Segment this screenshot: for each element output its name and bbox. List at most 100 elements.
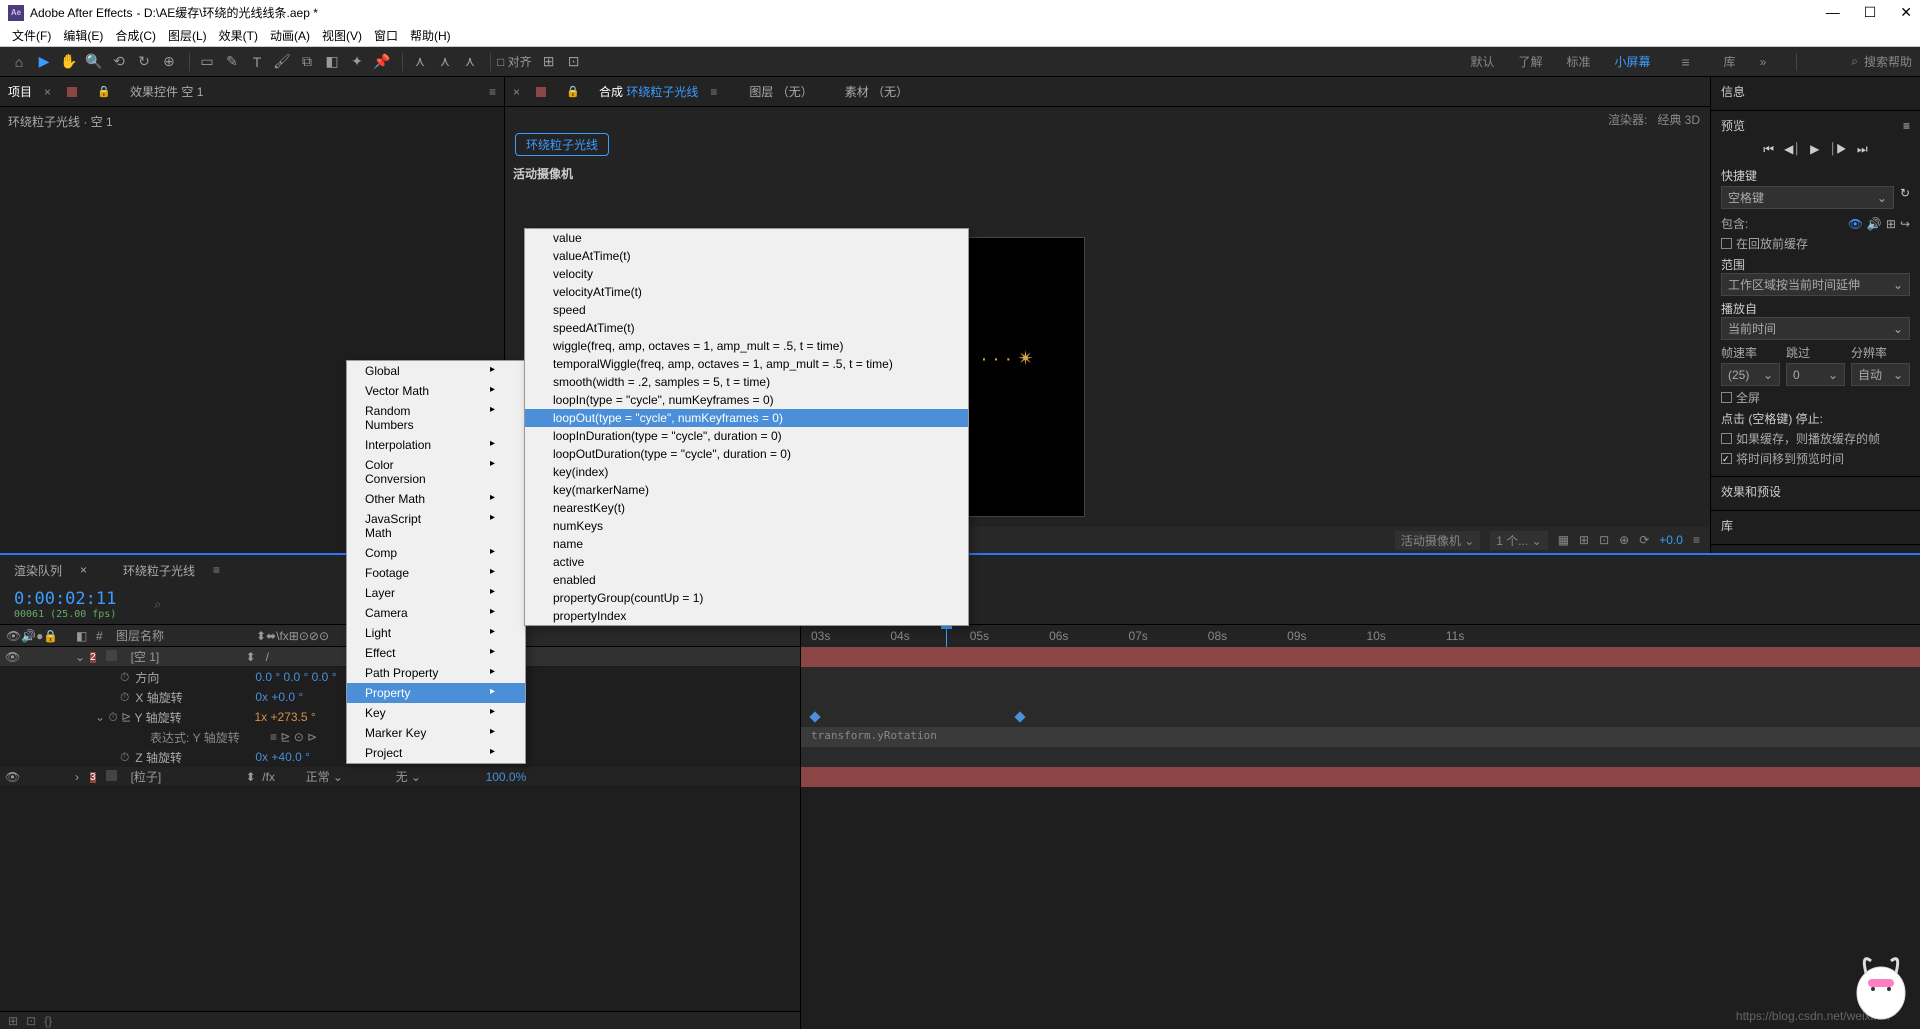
ctx-sub-item[interactable]: numKeys [525, 517, 968, 535]
inc-loop-icon[interactable]: ↪ [1900, 217, 1910, 231]
close-button[interactable]: ✕ [1900, 4, 1912, 21]
ctx-sub-item[interactable]: velocity [525, 265, 968, 283]
snap-opt2-icon[interactable]: ⊡ [563, 51, 585, 73]
expression-text[interactable]: transform.yRotation [811, 729, 937, 742]
workspace-default[interactable]: 默认 [1470, 53, 1494, 70]
menu-effect[interactable]: 效果(T) [213, 27, 264, 44]
ctx-item-path-property[interactable]: Path Property▸ [347, 663, 525, 683]
tab-footage-none[interactable]: 素材 （无） [845, 79, 908, 104]
playfrom-dropdown[interactable]: 当前时间⌄ [1721, 317, 1910, 340]
layer-track[interactable] [801, 767, 1920, 787]
exposure-value[interactable]: +0.0 [1659, 533, 1683, 547]
range-dropdown[interactable]: 工作区域按当前时间延伸⌄ [1721, 273, 1910, 296]
panel-menu-icon[interactable]: ≡ [489, 85, 496, 99]
movetime-checkbox[interactable] [1721, 453, 1732, 464]
ctx-sub-item[interactable]: speedAtTime(t) [525, 319, 968, 337]
ctx-sub-item[interactable]: propertyIndex [525, 607, 968, 625]
ctx-item-layer[interactable]: Layer▸ [347, 583, 525, 603]
ctx-sub-item[interactable]: loopOutDuration(type = "cycle", duration… [525, 445, 968, 463]
ctx-sub-item[interactable]: temporalWiggle(freq, amp, octaves = 1, a… [525, 355, 968, 373]
ctx-item-javascript-math[interactable]: JavaScript Math▸ [347, 509, 525, 543]
timecode[interactable]: 0:00:02:11 [14, 589, 116, 609]
ctx-item-interpolation[interactable]: Interpolation▸ [347, 435, 525, 455]
ctx-item-effect[interactable]: Effect▸ [347, 643, 525, 663]
roto-tool-icon[interactable]: ✦ [346, 51, 368, 73]
workspace-standard[interactable]: 标准 [1567, 53, 1591, 70]
close-icon[interactable]: × [80, 563, 87, 577]
ctx-sub-item[interactable]: active [525, 553, 968, 571]
tb-icon1[interactable]: ⊞ [8, 1014, 18, 1028]
clone-tool-icon[interactable]: ⧉ [296, 51, 318, 73]
effects-presets-title[interactable]: 效果和预设 [1721, 483, 1781, 500]
menu-view[interactable]: 视图(V) [316, 27, 368, 44]
panel-menu-icon[interactable]: ≡ [1903, 119, 1910, 133]
ctx-sub-item[interactable]: name [525, 535, 968, 553]
precache-checkbox[interactable] [1721, 238, 1732, 249]
axis3-tool-icon[interactable]: ⋏ [459, 51, 481, 73]
skip-dropdown[interactable]: 0⌄ [1786, 363, 1845, 386]
col-label-icon[interactable]: ◧ [70, 629, 90, 643]
ctx-sub-item[interactable]: loopIn(type = "cycle", numKeyframes = 0) [525, 391, 968, 409]
ctx-item-other-math[interactable]: Other Math▸ [347, 489, 525, 509]
lock-icon[interactable]: 🔒 [562, 81, 584, 103]
inc-audio-icon[interactable]: 🔊 [1867, 217, 1882, 231]
ctx-sub-item[interactable]: loopOut(type = "cycle", numKeyframes = 0… [525, 409, 968, 427]
menu-animation[interactable]: 动画(A) [264, 27, 316, 44]
ctx-sub-item[interactable]: speed [525, 301, 968, 319]
ctx-item-light[interactable]: Light▸ [347, 623, 525, 643]
reset-icon[interactable]: ↻ [1900, 186, 1910, 209]
menu-layer[interactable]: 图层(L) [162, 27, 213, 44]
ctx-sub-item[interactable]: key(markerName) [525, 481, 968, 499]
renderer-value[interactable]: 经典 3D [1657, 111, 1700, 128]
menu-file[interactable]: 文件(F) [6, 27, 57, 44]
fullscreen-checkbox[interactable] [1721, 392, 1732, 403]
rect-tool-icon[interactable]: ▭ [196, 51, 218, 73]
vf-icon5[interactable]: ⟳ [1639, 533, 1649, 547]
prop-track[interactable] [801, 747, 1920, 767]
vf-menu-icon[interactable]: ≡ [1693, 533, 1700, 547]
ctx-item-footage[interactable]: Footage▸ [347, 563, 525, 583]
selection-tool-icon[interactable]: ▶ [33, 51, 55, 73]
prop-track[interactable] [801, 667, 1920, 687]
ctx-item-marker-key[interactable]: Marker Key▸ [347, 723, 525, 743]
tab-comp-timeline[interactable]: 环绕粒子光线 [123, 562, 195, 579]
ctx-item-property[interactable]: Property▸ [347, 683, 525, 703]
ctx-sub-item[interactable]: propertyGroup(countUp = 1) [525, 589, 968, 607]
tab-composition[interactable]: 合成 环绕粒子光线 [599, 79, 698, 104]
workspace-small[interactable]: 小屏幕 [1615, 53, 1651, 70]
cacheopt-checkbox[interactable] [1721, 433, 1732, 444]
ctx-sub-item[interactable]: value [525, 229, 968, 247]
ctx-sub-item[interactable]: nearestKey(t) [525, 499, 968, 517]
maximize-button[interactable]: ☐ [1864, 4, 1877, 21]
timeline-search-icon[interactable]: ⌕ [154, 597, 161, 612]
workspace-learn[interactable]: 了解 [1519, 53, 1543, 70]
lock-icon[interactable]: 🔒 [93, 81, 115, 103]
hand-tool-icon[interactable]: ✋ [58, 51, 80, 73]
tab-effect-controls[interactable]: 效果控件 空 1 [130, 79, 203, 104]
last-frame-icon[interactable]: ⏭ [1857, 142, 1868, 157]
keyframe-icon[interactable] [809, 711, 820, 722]
ctx-sub-item[interactable]: smooth(width = .2, samples = 5, t = time… [525, 373, 968, 391]
vf-icon2[interactable]: ⊞ [1579, 533, 1589, 547]
home-icon[interactable]: ⌂ [8, 51, 30, 73]
stopwatch-icon[interactable]: ⏱ [120, 670, 129, 685]
vf-icon1[interactable]: ▦ [1558, 533, 1569, 547]
first-frame-icon[interactable]: ⏮ [1763, 142, 1774, 157]
eraser-tool-icon[interactable]: ◧ [321, 51, 343, 73]
stopwatch-icon[interactable]: ⏱ [120, 750, 129, 765]
vf-icon4[interactable]: ⊕ [1619, 533, 1629, 547]
views-dropdown[interactable]: 1 个... ⌄ [1490, 531, 1547, 550]
shortcut-dropdown[interactable]: 空格键⌄ [1721, 186, 1894, 209]
panel-menu-icon[interactable]: ≡ [710, 85, 717, 99]
comp-breadcrumb[interactable]: 环绕粒子光线 [515, 133, 609, 156]
ctx-sub-item[interactable]: key(index) [525, 463, 968, 481]
inc-video-icon[interactable]: 👁 [1848, 217, 1863, 231]
help-search[interactable]: ⌕ 搜索帮助 [1851, 53, 1912, 70]
snap-toggle[interactable]: □ 对齐 [497, 53, 532, 70]
snap-opt-icon[interactable]: ⊞ [538, 51, 560, 73]
tab-project[interactable]: 项目 [8, 79, 32, 104]
next-frame-icon[interactable]: ⏐▶ [1829, 142, 1847, 157]
ctx-item-random-numbers[interactable]: Random Numbers▸ [347, 401, 525, 435]
ctx-sub-item[interactable]: loopInDuration(type = "cycle", duration … [525, 427, 968, 445]
info-panel-title[interactable]: 信息 [1721, 83, 1745, 100]
